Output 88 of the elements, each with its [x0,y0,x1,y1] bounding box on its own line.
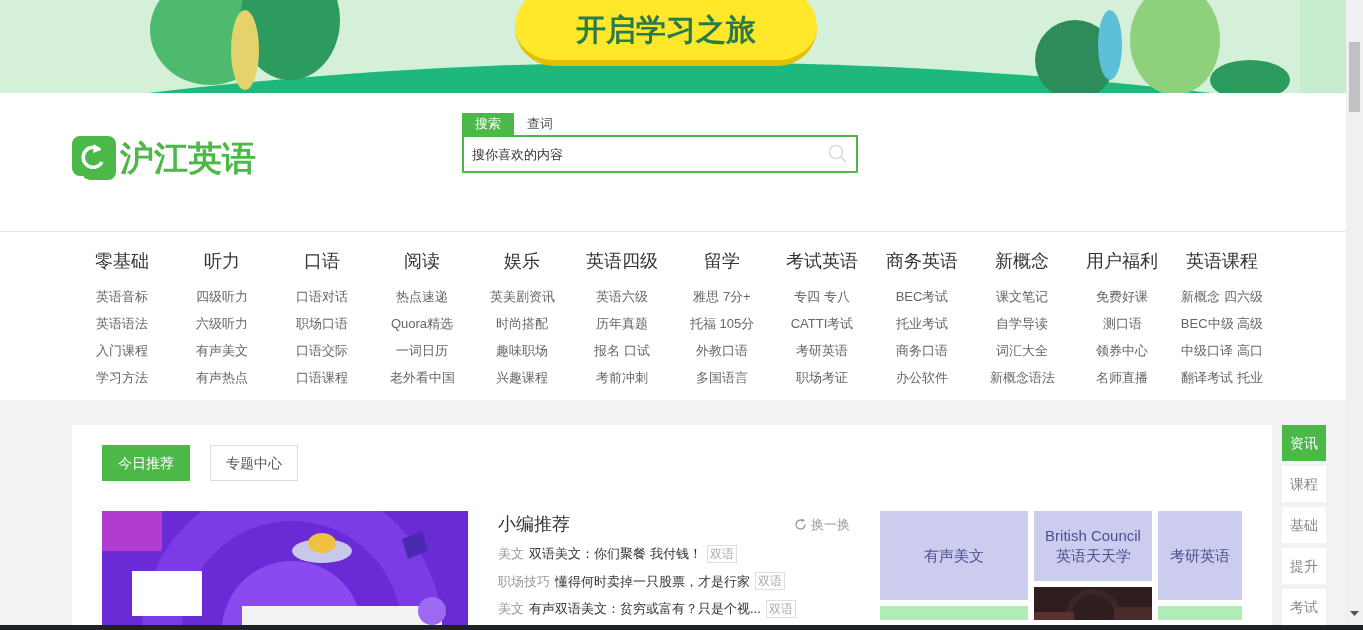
nav-link[interactable]: 口语交际 [296,336,348,364]
article-link[interactable]: 双语美文：你们聚餐 我付钱！ [529,544,702,564]
item-tag: 职场技巧 [498,571,550,591]
side-tab[interactable]: 基础 [1282,507,1326,543]
nav-link[interactable]: 兴趣课程 [496,363,548,391]
nav-link[interactable]: 词汇大全 [996,336,1048,364]
nav-link[interactable]: 中级口译 高口 [1181,336,1263,364]
nav-link[interactable]: 外教口语 [696,336,748,364]
nav-heading[interactable]: 阅读 [404,248,440,273]
nav-link[interactable]: 考研英语 [796,336,848,364]
nav-link[interactable]: 自学导读 [996,309,1048,337]
category-tile[interactable]: 有声美文 [880,511,1028,600]
item-tag: 美文 [498,544,524,564]
article-link[interactable]: 懂得何时卖掉一只股票，才是行家 [555,571,750,591]
nav-heading[interactable]: 口语 [304,248,340,273]
refresh-icon [794,518,807,531]
nav-link[interactable]: 翻译考试 托业 [1181,363,1263,391]
nav-link[interactable]: 商务口语 [896,336,948,364]
nav-link[interactable]: 课文笔记 [996,282,1048,310]
nav-link[interactable]: 考前冲刺 [596,363,648,391]
nav-heading[interactable]: 新概念 [995,248,1049,273]
nav-link[interactable]: 英语六级 [596,282,648,310]
nav-link[interactable]: CATTI考试 [790,309,854,337]
nav-link[interactable]: 英美剧资讯 [489,282,555,310]
nav-link[interactable]: 托业考试 [896,309,948,337]
nav-link[interactable]: 老外看中国 [389,363,455,391]
nav-link[interactable]: 职场口语 [296,309,348,337]
nav-link[interactable]: 趣味职场 [496,336,548,364]
nav-link[interactable]: 雅思 7分+ [693,282,751,310]
section-title: 小编推荐 [498,513,570,536]
nav-link[interactable]: 时尚搭配 [496,309,548,337]
article-link[interactable]: 有声双语美文：贫穷或富有？只是个视... [529,599,761,619]
nav-link[interactable]: 多国语言 [696,363,748,391]
language-badge: 双语 [706,544,737,563]
nav-heading[interactable]: 用户福利 [1086,248,1158,273]
nav-link[interactable]: 名师直播 [1096,363,1148,391]
nav-heading[interactable]: 听力 [204,248,240,273]
nav-link[interactable]: 领券中心 [1096,336,1148,364]
nav-link[interactable]: 职场考证 [796,363,848,391]
nav-link[interactable]: 热点速递 [396,282,448,310]
nav-link[interactable]: 新概念 四六级 [1181,282,1263,310]
nav-heading[interactable]: 留学 [704,248,740,273]
nav-link[interactable]: 有声美文 [196,336,248,364]
nav-link[interactable]: 办公软件 [896,363,948,391]
nav-link[interactable]: 英语音标 [96,282,148,310]
tile[interactable] [1158,606,1242,620]
category-tile[interactable]: British Council 英语天天学 [1034,511,1152,581]
nav-heading[interactable]: 商务英语 [886,248,958,273]
side-tab[interactable]: 考试 [1282,589,1326,625]
nav-link[interactable]: 新概念语法 [989,363,1055,391]
search-field[interactable]: 搜你喜欢的内容 [462,135,858,174]
nav-heading[interactable]: 英语四级 [586,248,658,273]
side-tab[interactable]: 课程 [1282,466,1326,502]
scrollbar-thumb[interactable] [1349,42,1360,112]
side-tab[interactable]: 提升 [1282,548,1326,584]
search-icon[interactable] [828,144,848,165]
item-tag: 美文 [498,599,524,619]
language-badge: 双语 [755,572,785,591]
nav-link[interactable]: 六级听力 [196,309,248,337]
nav-link[interactable]: 测口语 [1102,309,1142,337]
nav-link[interactable]: 入门课程 [96,336,148,364]
category-tile[interactable]: 考研英语 [1158,511,1242,600]
nav-heading[interactable]: 英语课程 [1186,248,1258,273]
tile[interactable] [880,606,1028,620]
nav-link[interactable]: 口语对话 [296,282,348,310]
nav-link[interactable]: 托福 105分 [689,309,755,337]
nav-link[interactable]: 一词日历 [396,336,448,364]
nav-link[interactable]: 学习方法 [96,363,148,391]
nav-link[interactable]: 英语语法 [96,309,148,337]
nav-heading[interactable]: 零基础 [95,248,149,273]
nav-link[interactable]: 专四 专八 [794,282,850,310]
arrow-down-icon[interactable] [1350,611,1359,616]
nav-link[interactable]: BEC中级 高级 [1180,309,1264,337]
nav-heading[interactable]: 娱乐 [504,248,540,273]
nav-link[interactable]: 口语课程 [296,363,348,391]
nav-heading[interactable]: 考试英语 [786,248,858,273]
nav-link[interactable]: 四级听力 [196,282,248,310]
nav-link[interactable]: 免费好课 [1096,282,1148,310]
nav-link[interactable]: BEC考试 [895,282,949,310]
content-tab[interactable]: 专题中心 [210,445,298,481]
nav-link[interactable]: 报名 口试 [594,336,650,364]
nav-link[interactable]: 有声热点 [196,363,248,391]
start-button[interactable]: 开启学习之旅 [515,0,817,66]
language-badge: 双语 [765,599,796,618]
logo-icon [72,136,116,181]
logo-text: 沪江英语 [120,141,256,176]
nav-link[interactable]: 历年真题 [596,309,648,337]
nav-link[interactable]: Quora精选 [390,309,454,337]
